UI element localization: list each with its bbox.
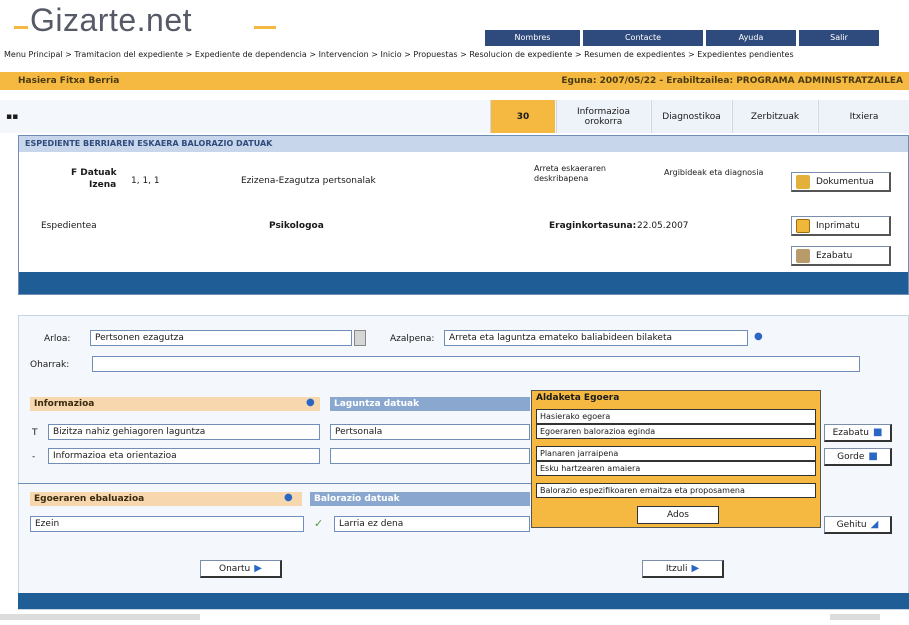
assessment-field[interactable]: Larria ez dena [334,516,530,532]
logo-accent [254,26,276,29]
notes-field[interactable] [92,356,860,372]
nav-item[interactable]: Nombres [485,30,580,46]
name-value: 1, 1, 1 [131,176,160,186]
popup-option[interactable]: Esku hartzearen amaiera [536,461,816,476]
name-sublabel: Izena [89,180,117,190]
add-button[interactable]: Gehitu ◢ [824,516,892,534]
info-row-2[interactable]: Informazioa eta orientazioa [48,448,320,464]
evaluation-field[interactable]: Ezein [30,516,304,532]
scroll-indicator [830,614,880,620]
save-icon: ■ [868,451,878,462]
document-button-label: Dokumentua [816,176,874,187]
add-icon[interactable]: ● [306,397,315,408]
arrow-icon: ▶ [254,563,262,574]
support-header: Laguntza datuak [330,397,530,411]
notes-label: Oharrak: [30,360,70,370]
date-label: Eraginkortasuna: [549,221,637,231]
row-save-button[interactable]: Gorde ■ [824,448,892,466]
row-delete-label: Ezabatu [832,427,869,438]
tab-general[interactable]: Informazioa orokorra [556,100,650,133]
assessment-header: Balorazio datuak [310,492,530,506]
menu-dot: ▪▪ [6,112,19,122]
record-type-label: Espedientea [41,221,97,231]
tab-diagnosis[interactable]: Diagnostikoa [651,100,731,133]
print-button[interactable]: Inprimatu [791,216,891,236]
back-button[interactable]: Itzuli ▶ [642,560,724,578]
delete-icon: ■ [872,427,883,438]
document-button[interactable]: Dokumentua [791,172,891,192]
lookup-icon[interactable]: ● [754,331,763,342]
desc-value: Argibideak eta diagnosia [664,168,764,177]
logo-accent [14,26,28,29]
add-icon[interactable]: ● [284,492,293,503]
row-save-label: Gorde [837,451,865,462]
panel-title: ESPEDIENTE BERRIAREN ESKAERA BALORAZIO D… [19,136,908,152]
popup-option[interactable]: Planaren jarraipena [536,446,816,461]
tab-number[interactable]: 30 [490,100,555,133]
accept-button-label: Onartu [219,563,251,574]
delete-button[interactable]: Ezabatu [791,246,891,266]
delete-button-label: Ezabatu [816,250,853,261]
popup-option[interactable]: Egoeraren balorazioa eginda [536,424,816,439]
alias-text: Ezizena-Ezagutza pertsonalak [241,176,376,186]
user-bar: Hasiera Fitxa Berria Eguna: 2007/05/22 -… [0,72,909,90]
popup-option[interactable]: Hasierako egoera [536,409,816,424]
top-nav: Nombres Contacte Ayuda Salir [485,30,882,46]
description-field[interactable]: Arreta eta laguntza emateko baliabideen … [444,330,748,346]
accept-button[interactable]: Onartu ▶ [200,560,282,578]
evaluation-header: Egoeraren ebaluazioa [30,492,302,506]
support-row-1[interactable]: Pertsonala [330,424,530,440]
date-value: 22.05.2007 [637,221,689,231]
desc-label: Arreta eskaeraren deskribapena [534,164,606,183]
area-dropdown-button[interactable] [354,330,366,346]
row-delete-button[interactable]: Ezabatu ■ [824,424,892,442]
nav-item[interactable]: Ayuda [706,30,796,46]
plus-icon: ◢ [870,519,879,530]
row-marker: T [32,428,38,438]
logo: Gizarte.net [14,2,284,42]
delete-icon [796,248,810,263]
record-panel: ESPEDIENTE BERRIAREN ESKAERA BALORAZIO D… [18,135,909,295]
status-change-popup: Aldaketa Egoera Hasierako egoera Egoerar… [531,390,821,528]
scroll-indicator [0,614,200,620]
popup-option[interactable]: Balorazio espezifikoaren emaitza eta pro… [536,483,816,498]
user-bar-right: Eguna: 2007/05/22 - Erabiltzailea: PROGR… [561,76,903,86]
description-label: Azalpena: [390,334,435,344]
back-button-label: Itzuli [665,563,688,574]
arrow-icon: ▶ [691,563,700,574]
record-type-value: Psikologoa [269,221,324,231]
tab-closing[interactable]: Itxiera [818,100,909,133]
nav-item[interactable]: Contacte [583,30,703,46]
panel-footer [19,272,908,294]
area-label: Arloa: [44,334,71,344]
printer-icon [796,218,810,233]
add-button-label: Gehitu [836,519,867,530]
info-header: Informazioa [30,397,320,411]
divider [18,483,532,484]
breadcrumb[interactable]: Menu Principal > Tramitacion del expedie… [4,48,909,62]
user-bar-left[interactable]: Hasiera Fitxa Berria [18,72,119,90]
row-marker: - [32,452,36,462]
print-button-label: Inprimatu [816,220,860,231]
tab-services[interactable]: Zerbitzuak [732,100,817,133]
document-icon [796,174,810,189]
logo-text: Gizarte.net [30,2,193,38]
check-icon: ✓ [314,517,324,530]
footer-bar [18,593,909,609]
info-row-1[interactable]: Bizitza nahiz gehiagoren laguntza [48,424,320,440]
popup-title: Aldaketa Egoera [536,393,620,403]
nav-item[interactable]: Salir [799,30,879,46]
name-label: F Datuak [71,168,117,178]
support-row-2[interactable] [330,448,530,464]
popup-ok-button[interactable]: Ados [637,506,719,524]
area-select[interactable]: Pertsonen ezagutza [90,330,352,346]
